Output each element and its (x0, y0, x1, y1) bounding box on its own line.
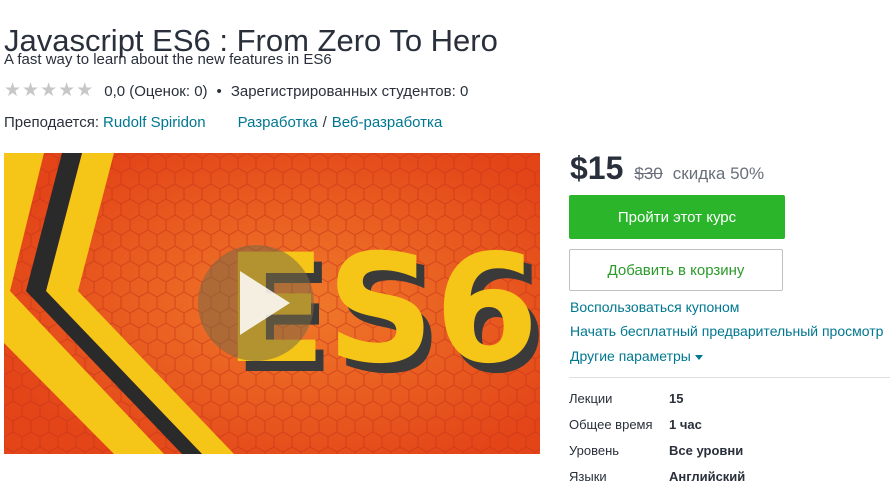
rating-row: ★ ★ ★ ★ ★ 0,0 (Оценок: 0) • Зарегистриро… (4, 80, 468, 102)
es6-thumbnail-graphic: ES6 ES6 (4, 153, 540, 454)
instructor-link[interactable]: Rudolf Spiridon (103, 113, 206, 133)
free-preview-link[interactable]: Начать бесплатный предварительный просмо… (570, 322, 883, 340)
course-preview-video[interactable]: ES6 ES6 (4, 153, 540, 454)
caret-down-icon (694, 354, 703, 360)
level-value: Все уровни (669, 443, 744, 458)
students-count: Зарегистрированных студентов: 0 (230, 82, 469, 100)
lectures-label: Лекции (569, 391, 613, 406)
coupon-link[interactable]: Воспользоваться купоном (570, 298, 739, 316)
taught-by-label: Преподается: (4, 114, 100, 131)
discount-label: скидка 50% (672, 164, 765, 183)
breadcrumb-separator: / (322, 114, 327, 131)
buy-course-button[interactable]: Пройти этот курс (569, 195, 785, 239)
add-to-cart-button[interactable]: Добавить в корзину (569, 249, 783, 291)
star-icon: ★ (58, 80, 76, 101)
duration-label: Общее время (569, 417, 653, 432)
subcategory-link[interactable]: Веб-разработка (332, 113, 443, 133)
play-icon[interactable] (198, 245, 314, 361)
current-price: $15 (570, 150, 624, 186)
languages-label: Языки (569, 469, 607, 484)
rating-value: 0,0 (Оценок: 0) (104, 82, 208, 100)
languages-value: Английский (669, 469, 746, 484)
lectures-value: 15 (669, 391, 684, 406)
separator-dot: • (216, 82, 222, 100)
level-label: Уровень (569, 443, 620, 458)
duration-value: 1 час (669, 417, 702, 432)
teacher-row: Преподается: Rudolf Spiridon Разработка … (4, 113, 442, 133)
price-row: $15 $30 скидка 50% (570, 150, 764, 187)
more-options-link[interactable]: Другие параметры (570, 347, 703, 365)
course-subtitle: A fast way to learn about the new featur… (4, 51, 332, 68)
star-icon: ★ (76, 80, 94, 101)
original-price: $30 (634, 164, 663, 183)
star-icon: ★ (22, 80, 40, 101)
star-icon: ★ (4, 80, 22, 101)
star-icon: ★ (40, 80, 58, 101)
category-link[interactable]: Разработка (238, 113, 318, 133)
divider (569, 377, 890, 378)
more-options-label: Другие параметры (570, 348, 691, 364)
